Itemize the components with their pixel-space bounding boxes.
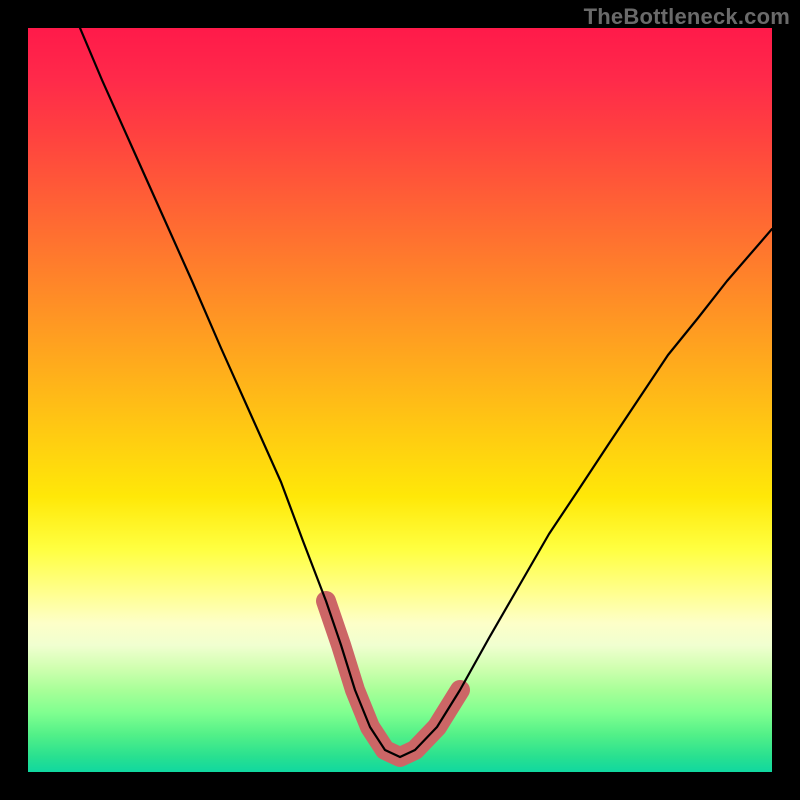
bottleneck-curve bbox=[80, 28, 772, 757]
watermark-label: TheBottleneck.com bbox=[584, 4, 790, 30]
chart-frame: TheBottleneck.com bbox=[0, 0, 800, 800]
plot-area bbox=[28, 28, 772, 772]
chart-svg bbox=[28, 28, 772, 772]
optimal-zone-highlight bbox=[326, 601, 460, 757]
